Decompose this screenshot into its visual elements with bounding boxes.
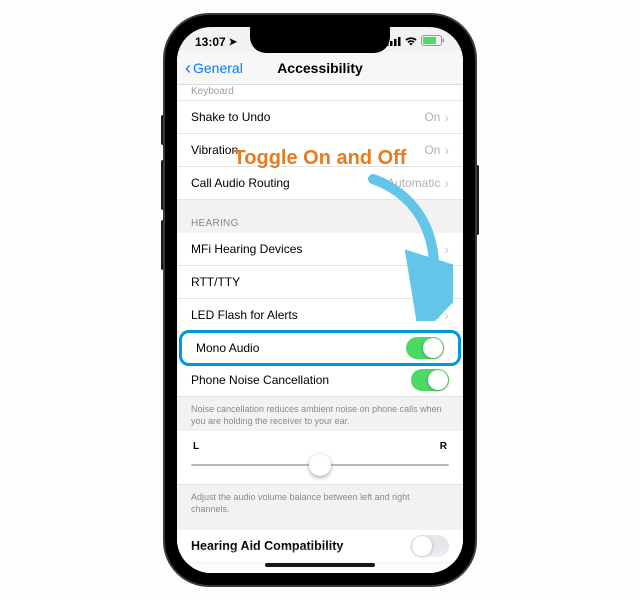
back-button[interactable]: ‹ General — [185, 59, 243, 77]
row-value: On — [424, 143, 440, 157]
power-button — [475, 165, 479, 235]
row-label: Shake to Undo — [191, 110, 270, 124]
status-time: 13:07 — [195, 35, 226, 49]
row-label: Phone Noise Cancellation — [191, 373, 329, 387]
noise-cancellation-toggle[interactable] — [411, 369, 449, 391]
row-mfi-hearing-devices[interactable]: MFi Hearing Devices › — [177, 233, 463, 266]
chevron-right-icon: › — [444, 241, 449, 257]
section-header-hearing: HEARING — [177, 200, 463, 233]
row-value: On — [424, 110, 440, 124]
notch — [250, 27, 390, 53]
row-label: Vibration — [191, 143, 238, 157]
nav-bar: ‹ General Accessibility — [177, 51, 463, 85]
chevron-right-icon: › — [444, 175, 449, 191]
balance-right-label: R — [440, 441, 447, 452]
row-value: Off — [425, 275, 441, 289]
back-label: General — [193, 60, 243, 76]
phone-mockup: 13:07 ➤ ‹ — [165, 15, 475, 585]
section-label: HEARING — [191, 218, 449, 229]
chevron-right-icon: › — [444, 307, 449, 323]
row-call-audio-routing[interactable]: Call Audio Routing Automatic › — [177, 167, 463, 200]
row-noise-cancellation[interactable]: Phone Noise Cancellation — [177, 364, 463, 397]
row-led-flash[interactable]: LED Flash for Alerts Off› — [177, 299, 463, 332]
footer-balance: Adjust the audio volume balance between … — [177, 485, 463, 519]
chevron-left-icon: ‹ — [185, 59, 191, 77]
balance-slider[interactable] — [191, 464, 449, 466]
annotation-text: Toggle On and Off — [234, 147, 407, 170]
mono-audio-toggle[interactable] — [406, 337, 444, 359]
location-icon: ➤ — [229, 37, 237, 48]
row-label: RTT/TTY — [191, 275, 240, 289]
row-label: LED Flash for Alerts — [191, 308, 298, 322]
row-label: Mono Audio — [196, 341, 259, 355]
row-value: Off — [425, 308, 441, 322]
home-indicator[interactable] — [265, 563, 375, 567]
slider-thumb[interactable] — [309, 454, 331, 476]
row-value: Automatic — [387, 176, 440, 190]
row-label: Call Audio Routing — [191, 176, 290, 190]
wifi-icon — [404, 35, 418, 49]
row-rtt-tty[interactable]: RTT/TTY Off› — [177, 266, 463, 299]
balance-left-label: L — [193, 441, 199, 452]
row-shake-undo[interactable]: Shake to Undo On › — [177, 101, 463, 134]
row-label: Keyboard — [191, 86, 234, 97]
chevron-right-icon: › — [444, 109, 449, 125]
row-keyboard-partial[interactable]: Keyboard — [177, 85, 463, 101]
hac-toggle[interactable] — [411, 535, 449, 557]
chevron-right-icon: › — [444, 274, 449, 290]
row-mono-audio[interactable]: Mono Audio — [179, 330, 461, 366]
chevron-right-icon: › — [444, 142, 449, 158]
row-hearing-aid-compat[interactable]: Hearing Aid Compatibility — [177, 530, 463, 563]
screen: 13:07 ➤ ‹ — [177, 27, 463, 573]
row-label: Hearing Aid Compatibility — [191, 539, 343, 553]
row-label: MFi Hearing Devices — [191, 242, 302, 256]
balance-slider-row: L R — [177, 431, 463, 485]
footer-noise: Noise cancellation reduces ambient noise… — [177, 397, 463, 431]
battery-icon — [421, 35, 445, 49]
